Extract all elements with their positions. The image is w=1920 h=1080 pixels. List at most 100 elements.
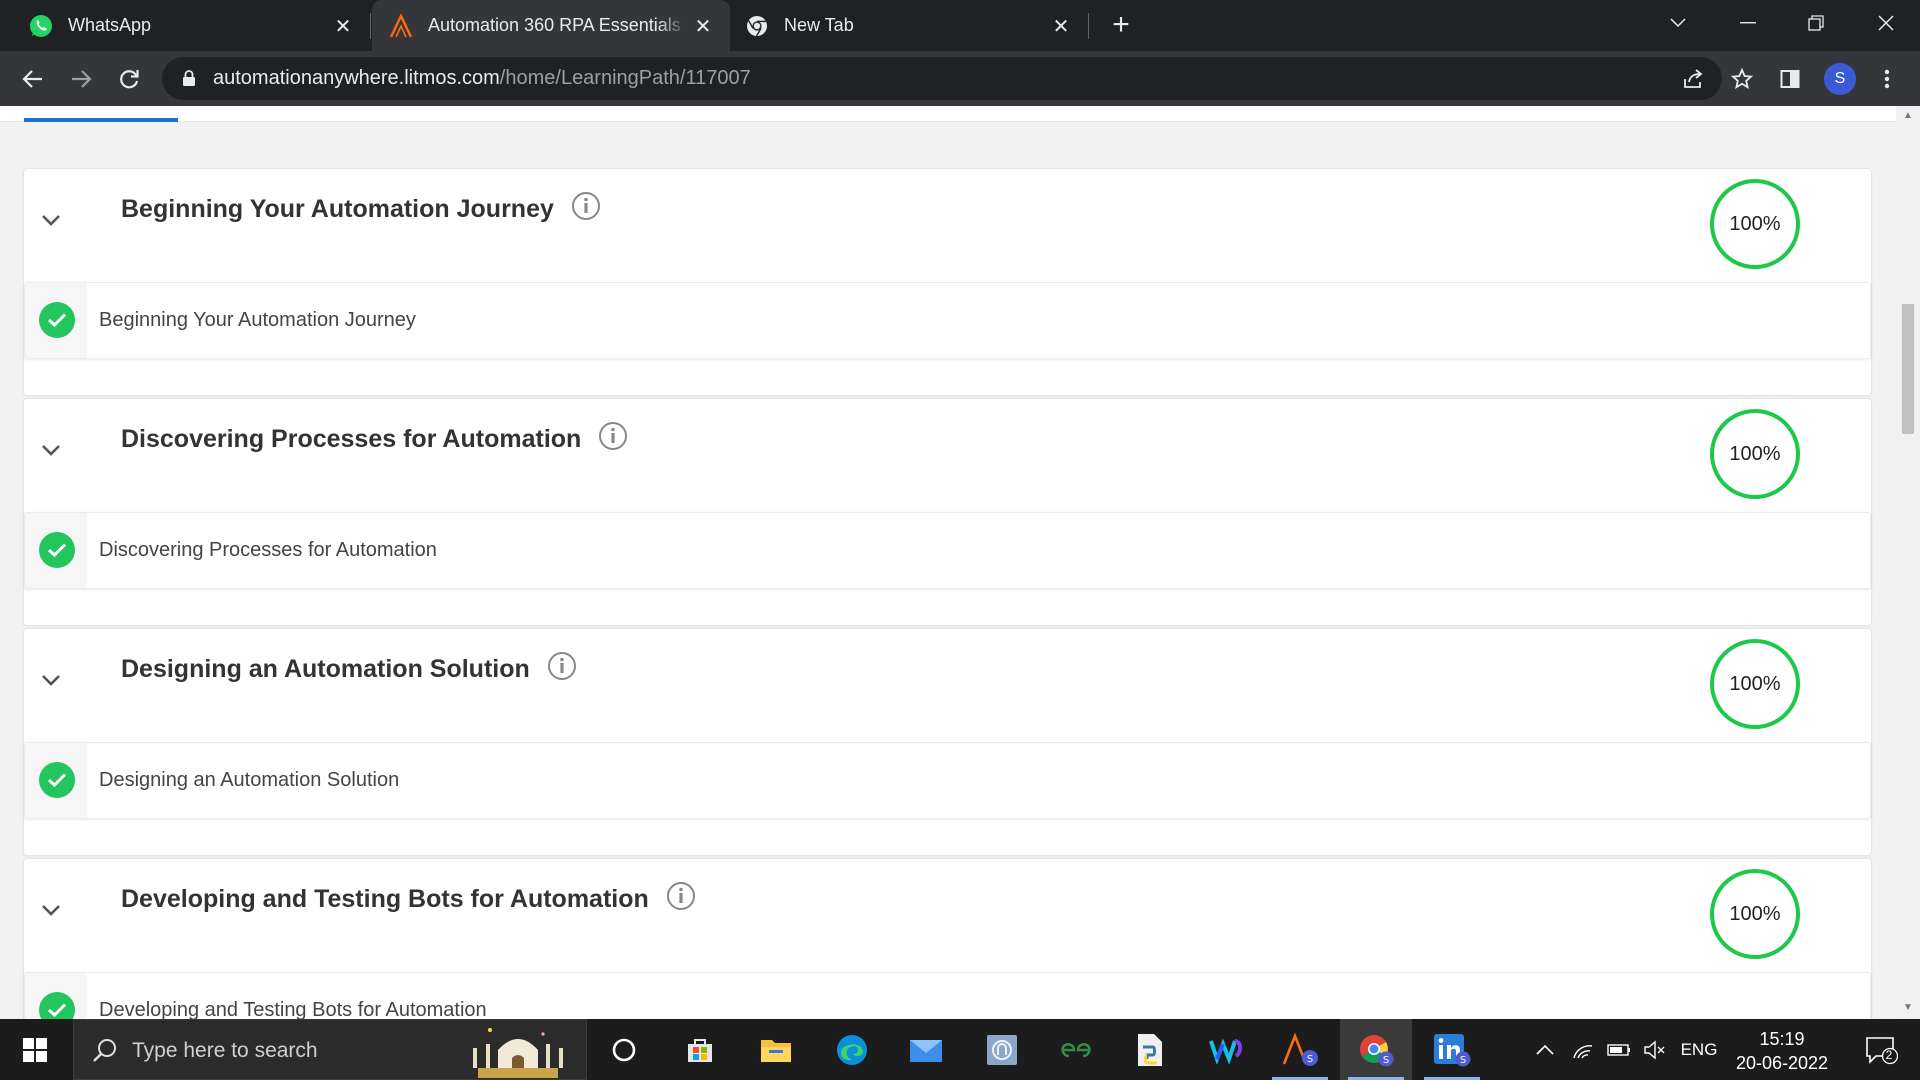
svg-text:S: S — [1460, 1055, 1466, 1066]
lock-icon — [182, 70, 196, 92]
info-icon[interactable] — [666, 881, 696, 911]
back-icon[interactable] — [16, 62, 50, 96]
tab-label: Automation 360 RPA Essentials S — [428, 15, 688, 35]
chrome-icon — [744, 13, 770, 39]
module-title: Discovering Processes for Automation — [121, 421, 628, 454]
tab-automation-360[interactable]: Automation 360 RPA Essentials S ✕ — [372, 0, 730, 51]
scroll-down-arrow-icon[interactable]: ▼ — [1902, 1002, 1914, 1014]
progress-ring: 100% — [1710, 409, 1800, 499]
menu-kebab-icon[interactable] — [1870, 62, 1904, 96]
browser-toolbar: automationanywhere.litmos.com/home/Learn… — [0, 51, 1920, 106]
side-panel-icon[interactable] — [1773, 62, 1807, 96]
module-title-text: Designing an Automation Solution — [121, 655, 530, 683]
chevron-down-icon[interactable] — [38, 897, 64, 923]
scrollbar-thumb[interactable] — [1902, 304, 1914, 434]
module-item[interactable]: Beginning Your Automation Journey — [24, 282, 1871, 359]
close-tab-icon[interactable]: ✕ — [690, 13, 716, 39]
whatsapp-icon — [28, 13, 54, 39]
restore-icon[interactable] — [1792, 0, 1840, 46]
close-tab-icon[interactable]: ✕ — [330, 13, 356, 39]
cortana-icon[interactable] — [588, 1019, 660, 1080]
info-icon[interactable] — [571, 191, 601, 221]
tab-whatsapp[interactable]: WhatsApp ✕ — [0, 0, 370, 51]
windows-start-icon[interactable] — [14, 1033, 56, 1067]
tab-new-tab[interactable]: New Tab ✕ — [730, 0, 1088, 51]
chevron-down-icon[interactable] — [38, 667, 64, 693]
edge-icon[interactable] — [816, 1019, 888, 1080]
system-clock[interactable]: 15:19 20-06-2022 — [1722, 1027, 1842, 1075]
module-header[interactable]: Beginning Your Automation Journey 100% — [24, 169, 1871, 283]
chevron-down-icon[interactable] — [38, 207, 64, 233]
notifications-icon[interactable]: 2 — [1856, 1019, 1906, 1080]
chevron-down-icon[interactable] — [38, 437, 64, 463]
module-header[interactable]: Developing and Testing Bots for Automati… — [24, 859, 1871, 973]
input-language[interactable]: ENG — [1676, 1019, 1722, 1080]
item-title: Discovering Processes for Automation — [99, 539, 437, 561]
mail-icon[interactable] — [890, 1019, 962, 1080]
wifi-icon[interactable] — [1566, 1019, 1600, 1080]
automation-anywhere-icon — [388, 12, 414, 39]
share-icon[interactable] — [1680, 66, 1706, 92]
module-item[interactable]: Designing an Automation Solution — [24, 742, 1871, 819]
microsoft-store-icon[interactable] — [664, 1019, 736, 1080]
progress-ring: 100% — [1710, 179, 1800, 269]
tab-divider — [1088, 13, 1089, 39]
item-title: Designing an Automation Solution — [99, 769, 400, 791]
scroll-up-arrow-icon[interactable]: ▲ — [1902, 110, 1914, 122]
webex-icon[interactable] — [1190, 1019, 1262, 1080]
automation-anywhere-taskbar-icon[interactable]: S — [1264, 1019, 1336, 1080]
bookmark-star-icon[interactable] — [1729, 66, 1755, 92]
python-file-icon[interactable] — [1114, 1019, 1186, 1080]
check-circle-icon — [39, 532, 75, 568]
module-card: Beginning Your Automation Journey 100% B… — [23, 168, 1872, 396]
module-card: Discovering Processes for Automation 100… — [23, 398, 1872, 626]
windows-taskbar: Type here to search S S S ENG 15:19 20-0… — [0, 1019, 1920, 1080]
show-hidden-icons-icon[interactable] — [1530, 1019, 1560, 1080]
progress-ring: 100% — [1710, 869, 1800, 959]
profile-avatar[interactable]: S — [1824, 63, 1856, 95]
close-window-icon[interactable] — [1862, 0, 1910, 46]
linkedin-learning-icon[interactable]: S — [1416, 1019, 1488, 1080]
forward-icon[interactable] — [64, 62, 98, 96]
tab-divider — [370, 13, 371, 39]
item-title: Beginning Your Automation Journey — [99, 309, 416, 331]
module-item[interactable]: Developing and Testing Bots for Automati… — [24, 972, 1871, 1019]
new-tab-button[interactable]: + — [1106, 10, 1136, 40]
module-card: Developing and Testing Bots for Automati… — [23, 858, 1872, 1019]
module-item[interactable]: Discovering Processes for Automation — [24, 512, 1871, 589]
app-icon-grey[interactable] — [966, 1019, 1038, 1080]
module-title: Beginning Your Automation Journey — [121, 191, 601, 224]
close-tab-icon[interactable]: ✕ — [1048, 13, 1074, 39]
minimize-icon[interactable] — [1724, 0, 1772, 46]
module-card: Designing an Automation Solution 100% De… — [23, 628, 1872, 856]
clock-date: 20-06-2022 — [1735, 1053, 1829, 1073]
module-title-text: Discovering Processes for Automation — [121, 425, 582, 453]
tab-search-icon[interactable] — [1654, 0, 1702, 46]
volume-muted-icon[interactable] — [1638, 1019, 1672, 1080]
url-text: automationanywhere.litmos.com/home/Learn… — [213, 67, 751, 89]
page-scrollbar[interactable]: ▲ ▼ — [1896, 106, 1920, 1019]
tab-label: WhatsApp — [68, 15, 152, 35]
page-tab-bar — [0, 106, 1896, 122]
info-icon[interactable] — [598, 421, 628, 451]
taskbar-search-box[interactable]: Type here to search — [73, 1019, 587, 1080]
check-circle-icon — [39, 762, 75, 798]
browser-tab-strip: WhatsApp ✕ Automation 360 RPA Essentials… — [0, 0, 1920, 51]
clock-time: 15:19 — [1759, 1029, 1805, 1049]
module-title: Designing an Automation Solution — [121, 651, 577, 684]
search-highlight-taj-mahal-icon — [473, 1028, 563, 1078]
chrome-taskbar-icon[interactable]: S — [1340, 1019, 1412, 1080]
address-bar[interactable]: automationanywhere.litmos.com/home/Learn… — [162, 57, 1753, 100]
module-header[interactable]: Designing an Automation Solution 100% — [24, 629, 1871, 743]
search-icon — [92, 1037, 118, 1068]
notification-count: 2 — [1885, 1048, 1893, 1062]
reload-icon[interactable] — [112, 62, 146, 96]
tab-label: New Tab — [784, 15, 854, 35]
module-title-text: Beginning Your Automation Journey — [121, 195, 554, 223]
info-icon[interactable] — [547, 651, 577, 681]
battery-icon[interactable] — [1602, 1019, 1636, 1080]
geeksforgeeks-icon[interactable] — [1040, 1019, 1112, 1080]
file-explorer-icon[interactable] — [740, 1019, 812, 1080]
module-header[interactable]: Discovering Processes for Automation 100… — [24, 399, 1871, 513]
progress-ring: 100% — [1710, 639, 1800, 729]
